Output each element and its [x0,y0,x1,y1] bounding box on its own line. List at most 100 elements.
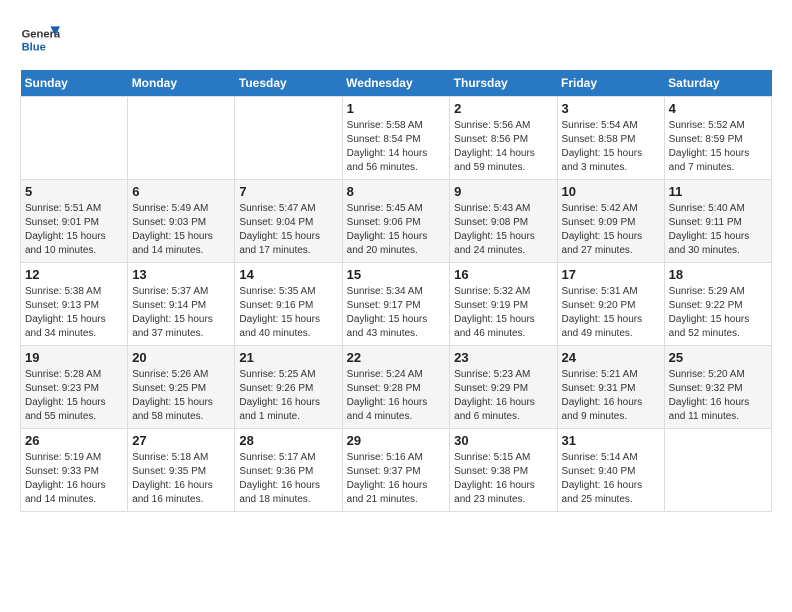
logo-icon: General Blue [20,20,60,60]
day-number: 20 [132,350,230,365]
calendar-cell: 25 Sunrise: 5:20 AM Sunset: 9:32 PM Dayli… [664,346,771,429]
day-header-monday: Monday [128,70,235,97]
calendar-cell: 24Sunrise: 5:21 AM Sunset: 9:31 PM Dayli… [557,346,664,429]
day-info: Sunrise: 5:18 AM Sunset: 9:35 PM Dayligh… [132,451,230,507]
day-number: 17 [562,267,660,282]
day-header-thursday: Thursday [450,70,557,97]
day-info: Sunrise: 5:25 AM Sunset: 9:26 PM Dayligh… [239,368,337,424]
header: General Blue [20,20,772,60]
day-info: Sunrise: 5:56 AM Sunset: 8:56 PM Dayligh… [454,119,552,175]
day-info: Sunrise: 5:47 AM Sunset: 9:04 PM Dayligh… [239,202,337,258]
day-number: 26 [25,433,123,448]
day-number: 11 [669,184,767,199]
day-info: Sunrise: 5:15 AM Sunset: 9:38 PM Dayligh… [454,451,552,507]
day-number: 10 [562,184,660,199]
day-info: Sunrise: 5:17 AM Sunset: 9:36 PM Dayligh… [239,451,337,507]
calendar-cell: 7 Sunrise: 5:47 AM Sunset: 9:04 PM Daylig… [235,180,342,263]
calendar-cell: 27 Sunrise: 5:18 AM Sunset: 9:35 PM Dayli… [128,429,235,512]
calendar-week-row: 12 Sunrise: 5:38 AM Sunset: 9:13 PM Dayli… [21,263,772,346]
calendar-cell: 26 Sunrise: 5:19 AM Sunset: 9:33 PM Dayli… [21,429,128,512]
day-number: 14 [239,267,337,282]
day-number: 15 [347,267,446,282]
day-number: 12 [25,267,123,282]
calendar-cell: 12 Sunrise: 5:38 AM Sunset: 9:13 PM Dayli… [21,263,128,346]
day-info: Sunrise: 5:32 AM Sunset: 9:19 PM Dayligh… [454,285,552,341]
calendar-cell: 20 Sunrise: 5:26 AM Sunset: 9:25 PM Dayli… [128,346,235,429]
day-number: 21 [239,350,337,365]
calendar-cell: 11 Sunrise: 5:40 AM Sunset: 9:11 PM Dayli… [664,180,771,263]
day-info: Sunrise: 5:54 AM Sunset: 8:58 PM Dayligh… [562,119,660,175]
day-info: Sunrise: 5:37 AM Sunset: 9:14 PM Dayligh… [132,285,230,341]
day-info: Sunrise: 5:29 AM Sunset: 9:22 PM Dayligh… [669,285,767,341]
calendar-cell [21,97,128,180]
day-number: 19 [25,350,123,365]
calendar-cell: 21 Sunrise: 5:25 AM Sunset: 9:26 PM Dayli… [235,346,342,429]
day-info: Sunrise: 5:16 AM Sunset: 9:37 PM Dayligh… [347,451,446,507]
calendar-cell: 22 Sunrise: 5:24 AM Sunset: 9:28 PM Dayli… [342,346,450,429]
day-header-sunday: Sunday [21,70,128,97]
day-number: 24 [562,350,660,365]
calendar-cell: 6Sunrise: 5:49 AM Sunset: 9:03 PM Daylig… [128,180,235,263]
day-info: Sunrise: 5:35 AM Sunset: 9:16 PM Dayligh… [239,285,337,341]
day-number: 22 [347,350,446,365]
calendar-cell [235,97,342,180]
day-number: 23 [454,350,552,365]
day-number: 7 [239,184,337,199]
day-number: 13 [132,267,230,282]
calendar-cell: 9Sunrise: 5:43 AM Sunset: 9:08 PM Daylig… [450,180,557,263]
day-info: Sunrise: 5:24 AM Sunset: 9:28 PM Dayligh… [347,368,446,424]
calendar-cell: 1Sunrise: 5:58 AM Sunset: 8:54 PM Daylig… [342,97,450,180]
calendar-week-row: 1Sunrise: 5:58 AM Sunset: 8:54 PM Daylig… [21,97,772,180]
calendar-table: SundayMondayTuesdayWednesdayThursdayFrid… [20,70,772,512]
calendar-cell [128,97,235,180]
day-header-tuesday: Tuesday [235,70,342,97]
day-header-friday: Friday [557,70,664,97]
calendar-cell: 3 Sunrise: 5:54 AM Sunset: 8:58 PM Daylig… [557,97,664,180]
day-info: Sunrise: 5:23 AM Sunset: 9:29 PM Dayligh… [454,368,552,424]
day-info: Sunrise: 5:14 AM Sunset: 9:40 PM Dayligh… [562,451,660,507]
calendar-week-row: 19 Sunrise: 5:28 AM Sunset: 9:23 PM Dayli… [21,346,772,429]
calendar-cell [664,429,771,512]
day-number: 31 [562,433,660,448]
day-info: Sunrise: 5:20 AM Sunset: 9:32 PM Dayligh… [669,368,767,424]
day-number: 30 [454,433,552,448]
day-info: Sunrise: 5:28 AM Sunset: 9:23 PM Dayligh… [25,368,123,424]
svg-text:Blue: Blue [22,41,46,53]
day-info: Sunrise: 5:40 AM Sunset: 9:11 PM Dayligh… [669,202,767,258]
day-number: 8 [347,184,446,199]
calendar-cell: 10 Sunrise: 5:42 AM Sunset: 9:09 PM Dayli… [557,180,664,263]
day-number: 6 [132,184,230,199]
day-number: 25 [669,350,767,365]
calendar-body: 1Sunrise: 5:58 AM Sunset: 8:54 PM Daylig… [21,97,772,512]
calendar-cell: 19 Sunrise: 5:28 AM Sunset: 9:23 PM Dayli… [21,346,128,429]
day-info: Sunrise: 5:26 AM Sunset: 9:25 PM Dayligh… [132,368,230,424]
day-number: 16 [454,267,552,282]
calendar-cell: 2Sunrise: 5:56 AM Sunset: 8:56 PM Daylig… [450,97,557,180]
day-number: 18 [669,267,767,282]
day-number: 27 [132,433,230,448]
calendar-cell: 5Sunrise: 5:51 AM Sunset: 9:01 PM Daylig… [21,180,128,263]
calendar-cell: 8 Sunrise: 5:45 AM Sunset: 9:06 PM Daylig… [342,180,450,263]
day-number: 9 [454,184,552,199]
day-info: Sunrise: 5:34 AM Sunset: 9:17 PM Dayligh… [347,285,446,341]
day-number: 28 [239,433,337,448]
calendar-cell: 17Sunrise: 5:31 AM Sunset: 9:20 PM Dayli… [557,263,664,346]
calendar-cell: 28 Sunrise: 5:17 AM Sunset: 9:36 PM Dayli… [235,429,342,512]
day-number: 3 [562,101,660,116]
calendar-cell: 4 Sunrise: 5:52 AM Sunset: 8:59 PM Daylig… [664,97,771,180]
calendar-cell: 29Sunrise: 5:16 AM Sunset: 9:37 PM Dayli… [342,429,450,512]
calendar-cell: 14 Sunrise: 5:35 AM Sunset: 9:16 PM Dayli… [235,263,342,346]
day-info: Sunrise: 5:45 AM Sunset: 9:06 PM Dayligh… [347,202,446,258]
calendar-cell: 18 Sunrise: 5:29 AM Sunset: 9:22 PM Dayli… [664,263,771,346]
day-info: Sunrise: 5:52 AM Sunset: 8:59 PM Dayligh… [669,119,767,175]
day-info: Sunrise: 5:38 AM Sunset: 9:13 PM Dayligh… [25,285,123,341]
calendar-cell: 30 Sunrise: 5:15 AM Sunset: 9:38 PM Dayli… [450,429,557,512]
calendar-week-row: 26 Sunrise: 5:19 AM Sunset: 9:33 PM Dayli… [21,429,772,512]
day-info: Sunrise: 5:42 AM Sunset: 9:09 PM Dayligh… [562,202,660,258]
calendar-cell: 31 Sunrise: 5:14 AM Sunset: 9:40 PM Dayli… [557,429,664,512]
calendar-cell: 23 Sunrise: 5:23 AM Sunset: 9:29 PM Dayli… [450,346,557,429]
day-header-wednesday: Wednesday [342,70,450,97]
day-number: 4 [669,101,767,116]
day-header-saturday: Saturday [664,70,771,97]
day-info: Sunrise: 5:19 AM Sunset: 9:33 PM Dayligh… [25,451,123,507]
